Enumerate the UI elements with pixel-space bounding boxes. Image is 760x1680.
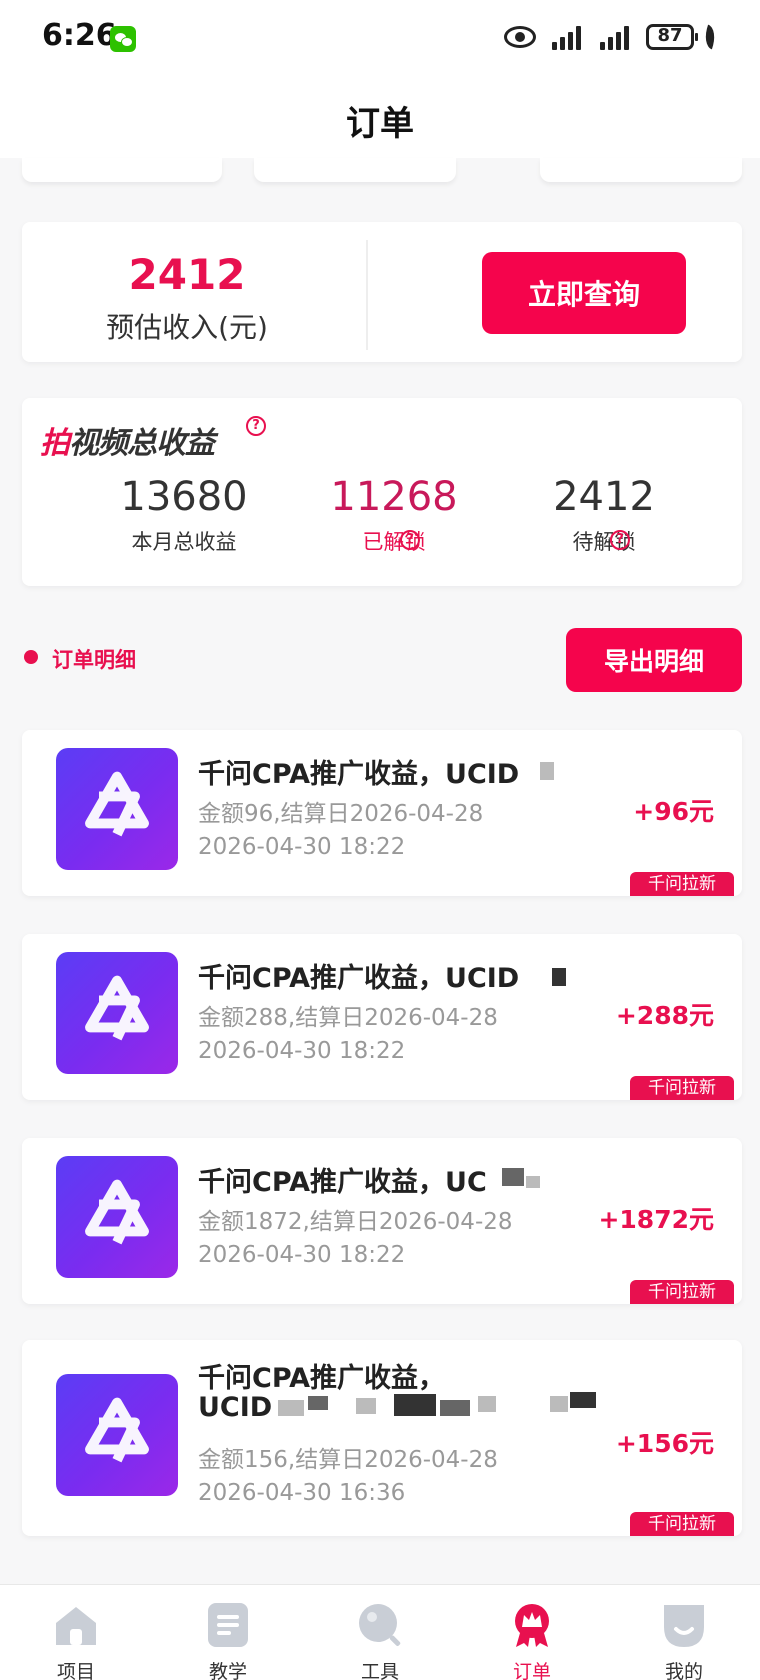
video-earnings-title-accent: 拍: [40, 426, 70, 461]
stat-label: 已解锁: [362, 530, 426, 554]
page-header: 订单: [0, 78, 760, 158]
income-label: 预估收入(元): [106, 311, 268, 344]
order-card[interactable]: 千问CPA推广收益，UCID 金额288,结算日2026-04-28 2026-…: [22, 934, 742, 1100]
order-time: 2026-04-30 16:36: [198, 1480, 406, 1506]
order-amount: +96元: [633, 797, 714, 826]
redacted-mosaic: [440, 1400, 470, 1416]
qianwen-logo-icon: [56, 952, 178, 1074]
order-amount: +156元: [615, 1429, 714, 1458]
order-card[interactable]: 千问CPA推广收益， UCID 金额156,结算日2026-04-28 2026…: [22, 1340, 742, 1536]
redacted-mosaic: [526, 1176, 540, 1188]
power-saving-leaf-icon: [700, 24, 720, 50]
order-tag: 千问拉新: [630, 872, 734, 896]
document-icon: [208, 1603, 248, 1647]
query-now-button[interactable]: 立即查询: [482, 252, 686, 334]
order-title: 千问CPA推广收益，UCID: [198, 963, 520, 994]
stat-value: 11268: [330, 474, 458, 520]
status-bar: 6:26 87: [0, 0, 760, 78]
order-detail: 金额288,结算日2026-04-28: [198, 1005, 498, 1031]
magnifier-icon: [359, 1604, 401, 1646]
eye-icon: [504, 26, 536, 48]
crown-badge-icon: [515, 1604, 549, 1647]
redacted-mosaic: [502, 1168, 524, 1186]
stat-unlocked: 11268 已解锁: [284, 474, 504, 556]
order-title-line2: UCID: [198, 1392, 273, 1423]
nav-item-profile[interactable]: 我的: [608, 1585, 760, 1680]
qianwen-logo-icon: [56, 1374, 178, 1496]
wechat-notification-icon: [110, 26, 136, 52]
help-icon[interactable]: ?: [610, 530, 630, 550]
signal-icon-secondary: [600, 24, 634, 50]
income-amount: 2412: [128, 250, 246, 299]
nav-item-projects[interactable]: 项目: [0, 1585, 152, 1680]
order-detail: 金额156,结算日2026-04-28: [198, 1447, 498, 1473]
video-earnings-card: 拍视频总收益 ? 13680 本月总收益 11268 已解锁 ? 2412 待解…: [22, 398, 742, 586]
section-dot: [24, 650, 38, 664]
order-card[interactable]: 千问CPA推广收益，UC 金额1872,结算日2026-04-28 2026-0…: [22, 1138, 742, 1304]
help-icon[interactable]: ?: [400, 530, 420, 550]
battery-level: 87: [657, 25, 683, 46]
redacted-mosaic: [394, 1394, 436, 1416]
nav-label: 我的: [664, 1661, 703, 1680]
order-detail: 金额1872,结算日2026-04-28: [198, 1209, 513, 1235]
help-icon[interactable]: ?: [246, 416, 266, 436]
qianwen-logo-icon: [56, 1156, 178, 1278]
export-details-button[interactable]: 导出明细: [566, 628, 742, 692]
nav-item-tools[interactable]: 工具: [304, 1585, 456, 1680]
house-icon: [56, 1607, 96, 1645]
tab-card-stub: [540, 158, 742, 182]
order-title: 千问CPA推广收益，UCID: [198, 759, 520, 790]
order-tag: 千问拉新: [630, 1512, 734, 1536]
order-amount: +1872元: [598, 1205, 714, 1234]
bottom-navigation: 项目 教学 工具 订单 我的: [0, 1584, 760, 1680]
order-time: 2026-04-30 18:22: [198, 1242, 406, 1268]
nav-item-orders[interactable]: 订单: [456, 1585, 608, 1680]
orders-section-title: 订单明细: [52, 648, 136, 672]
redacted-mosaic: [552, 968, 566, 986]
order-title: 千问CPA推广收益，UC: [198, 1167, 487, 1198]
redacted-mosaic: [356, 1398, 376, 1414]
stat-label: 本月总收益: [131, 530, 237, 554]
redacted-mosaic: [308, 1396, 328, 1410]
order-title: 千问CPA推广收益，: [198, 1363, 446, 1394]
order-tag: 千问拉新: [630, 1280, 734, 1304]
signal-icon: [552, 24, 586, 50]
divider: [366, 240, 368, 350]
tab-card-stub: [22, 158, 222, 182]
profile-icon: [664, 1605, 704, 1647]
nav-label: 工具: [360, 1661, 399, 1680]
stat-value: 2412: [553, 474, 655, 520]
order-time: 2026-04-30 18:22: [198, 1038, 406, 1064]
stat-pending: 2412 待解锁: [494, 474, 714, 556]
order-detail: 金额96,结算日2026-04-28: [198, 801, 484, 827]
video-earnings-title: 拍视频总收益: [40, 418, 215, 462]
status-time: 6:26: [42, 18, 117, 53]
redacted-mosaic: [550, 1396, 568, 1412]
nav-label: 教学: [208, 1661, 247, 1680]
stat-month-total: 13680 本月总收益: [74, 474, 294, 556]
video-earnings-title-rest: 视频总收益: [69, 426, 215, 461]
redacted-mosaic: [540, 762, 554, 780]
redacted-mosaic: [278, 1400, 304, 1416]
qianwen-logo-icon: [56, 748, 178, 870]
page-title: 订单: [346, 104, 414, 144]
redacted-mosaic: [570, 1392, 596, 1408]
nav-label: 订单: [512, 1661, 551, 1680]
order-tag: 千问拉新: [630, 1076, 734, 1100]
redacted-mosaic: [478, 1396, 496, 1412]
tab-card-stub: [254, 158, 456, 182]
income-card: 2412 预估收入(元) 立即查询: [22, 222, 742, 362]
stat-label: 待解锁: [572, 530, 636, 554]
stat-value: 13680: [120, 474, 248, 520]
nav-label: 项目: [56, 1661, 95, 1680]
battery-icon: 87: [646, 24, 698, 50]
order-amount: +288元: [615, 1001, 714, 1030]
nav-item-teaching[interactable]: 教学: [152, 1585, 304, 1680]
order-time: 2026-04-30 18:22: [198, 834, 406, 860]
order-card[interactable]: 千问CPA推广收益，UCID 金额96,结算日2026-04-28 2026-0…: [22, 730, 742, 896]
